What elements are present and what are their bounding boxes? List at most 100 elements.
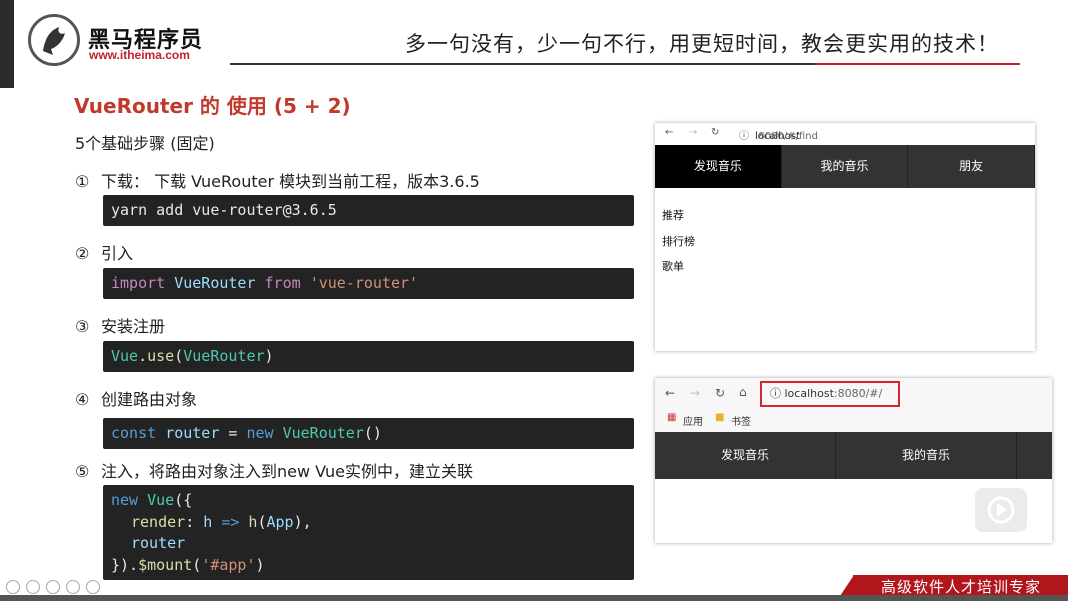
- sub-link-recommend[interactable]: 推荐: [662, 207, 684, 223]
- code-punct: (: [174, 347, 184, 365]
- address-bar[interactable]: ⓘ localhost:8080/#/: [760, 381, 900, 407]
- code-block-create: const router = new VueRouter(): [103, 418, 634, 449]
- browser-screenshot-find: ← → ↻ ⓘ localhost:8080/#/find 发现音乐 我的音乐 …: [655, 123, 1035, 351]
- reload-icon[interactable]: ↻: [711, 127, 719, 138]
- code-line: render: h => h(App),: [111, 512, 626, 534]
- folder-icon: ■: [715, 412, 725, 423]
- code-block-import: import VueRouter from 'vue-router': [103, 268, 634, 299]
- sub-link-ranking[interactable]: 排行榜: [662, 233, 695, 249]
- code-operator: =>: [221, 512, 240, 531]
- code-punct: ({: [174, 491, 193, 509]
- code-punct: :: [185, 512, 195, 531]
- step-text: 下载： 下载 VueRouter 模块到当前工程，版本3.6.5: [101, 172, 480, 191]
- code-variable: router: [165, 424, 220, 442]
- apps-grid-icon: ▦: [667, 412, 677, 423]
- code-punct: ),: [293, 512, 312, 531]
- step-number: ②: [75, 244, 90, 263]
- slide-title: VueRouter 的 使用 (5 + 2): [74, 94, 351, 118]
- code-punct: ): [255, 555, 265, 574]
- step-text: 注入，将路由对象注入到new Vue实例中，建立关联: [101, 462, 474, 481]
- step-4: ④ 创建路由对象: [75, 386, 197, 410]
- code-class: VueRouter: [183, 347, 265, 365]
- music-nav-tabs: 发现音乐 我的音乐 朋友: [655, 145, 1035, 188]
- tab-my-music[interactable]: 我的音乐: [782, 145, 909, 188]
- step-2: ② 引入: [75, 240, 133, 264]
- slide-control-icon[interactable]: [66, 580, 80, 594]
- reload-icon[interactable]: ↻: [715, 386, 725, 400]
- slide-control-icon[interactable]: [26, 580, 40, 594]
- bookmark-folder[interactable]: 书签: [731, 413, 751, 428]
- code-punct: (: [192, 555, 202, 574]
- tab-discover-music[interactable]: 发现音乐: [655, 145, 782, 188]
- code-keyword: from: [264, 274, 301, 292]
- code-line: router: [111, 533, 626, 555]
- code-punct: .: [138, 347, 148, 365]
- header-divider-accent: [815, 63, 1020, 65]
- code-punct: }).: [111, 555, 139, 574]
- slide-control-icon[interactable]: [86, 580, 100, 594]
- step-5: ⑤ 注入，将路由对象注入到new Vue实例中，建立关联: [75, 458, 473, 482]
- url-path: :8080/#/: [833, 387, 883, 400]
- horse-logo-icon: [28, 14, 80, 66]
- step-number: ④: [75, 390, 90, 409]
- code-line: }).$mount('#app'): [111, 555, 626, 577]
- play-button[interactable]: [975, 488, 1027, 532]
- back-arrow-icon[interactable]: ←: [665, 127, 673, 138]
- code-block-install: yarn add vue-router@3.6.5: [103, 195, 634, 226]
- code-class: Vue: [147, 491, 175, 509]
- code-function: $mount: [138, 555, 193, 574]
- url-path: :8080/#/find: [755, 131, 818, 142]
- code-keyword: const: [111, 424, 157, 442]
- bookmark-apps[interactable]: 应用: [683, 413, 703, 428]
- forward-arrow-icon[interactable]: →: [689, 127, 697, 138]
- code-operator: =: [228, 424, 238, 442]
- footer-bar: [0, 595, 1068, 601]
- code-class: VueRouter: [282, 424, 364, 442]
- slide-control-icon[interactable]: [6, 580, 20, 594]
- info-icon: ⓘ: [739, 131, 749, 142]
- code-keyword: new: [246, 424, 274, 442]
- code-function: use: [147, 347, 175, 365]
- step-1: ① 下载： 下载 VueRouter 模块到当前工程，版本3.6.5: [75, 168, 480, 192]
- tab-my-music[interactable]: 我的音乐: [836, 432, 1017, 479]
- left-accent-strip: [0, 0, 14, 88]
- code-string: 'vue-router': [309, 274, 419, 292]
- logo-url: www.itheima.com: [89, 48, 190, 62]
- step-3: ③ 安装注册: [75, 313, 165, 337]
- code-line: yarn add vue-router@3.6.5: [111, 201, 337, 219]
- step-text: 引入: [101, 244, 134, 263]
- code-punct: (): [363, 424, 382, 442]
- slide-subtitle: 5个基础步骤 (固定): [75, 134, 215, 153]
- sub-link-playlist[interactable]: 歌单: [662, 258, 684, 274]
- home-icon[interactable]: ⌂: [739, 385, 747, 399]
- forward-arrow-icon[interactable]: →: [690, 386, 700, 400]
- code-class: VueRouter: [174, 274, 256, 292]
- code-keyword: import: [111, 274, 166, 292]
- code-keyword: new: [111, 491, 139, 509]
- step-number: ①: [75, 172, 90, 191]
- code-line: new Vue({: [111, 490, 626, 512]
- slogan: 多一句没有，少一句不行，用更短时间，教会更实用的技术！: [405, 32, 999, 56]
- info-icon: ⓘ: [770, 387, 785, 400]
- code-class: Vue: [111, 347, 139, 365]
- code-string: '#app': [201, 555, 256, 574]
- code-block-inject: new Vue({ render: h => h(App), router })…: [103, 485, 634, 580]
- code-property: render: [131, 512, 186, 531]
- code-variable: App: [266, 512, 294, 531]
- tab-friends[interactable]: 朋友: [908, 145, 1035, 188]
- step-text: 创建路由对象: [101, 390, 198, 409]
- code-variable: router: [131, 534, 186, 552]
- browser-toolbar: ← → ↻ ⓘ localhost:8080/#/find: [655, 123, 1035, 145]
- url-host: localhost: [784, 387, 834, 400]
- code-block-use: Vue.use(VueRouter): [103, 341, 634, 372]
- slide-control-icon[interactable]: [46, 580, 60, 594]
- music-nav-tabs: 发现音乐 我的音乐: [655, 432, 1052, 479]
- back-arrow-icon[interactable]: ←: [665, 386, 675, 400]
- code-variable: h: [203, 512, 213, 531]
- step-number: ⑤: [75, 462, 90, 481]
- browser-toolbar: ← → ↻ ⌂ ⓘ localhost:8080/#/ ▦ 应用 ■ 书签: [655, 378, 1052, 432]
- step-number: ③: [75, 317, 90, 336]
- tab-discover-music[interactable]: 发现音乐: [655, 432, 836, 479]
- code-punct: ): [264, 347, 274, 365]
- step-text: 安装注册: [101, 317, 166, 336]
